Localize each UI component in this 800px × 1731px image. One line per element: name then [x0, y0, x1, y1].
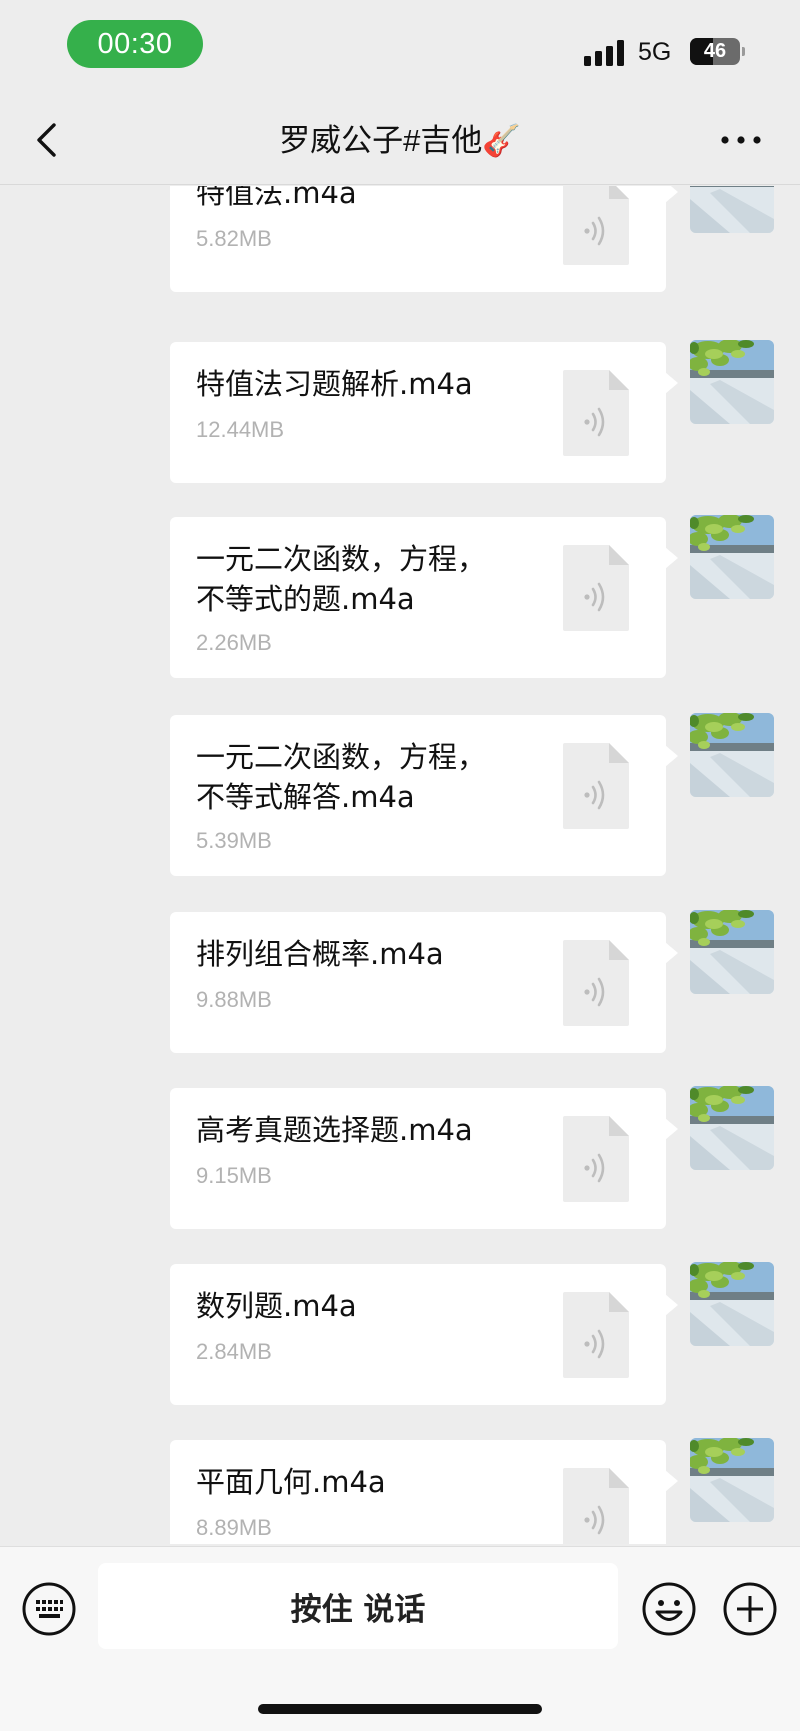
signal-icon [584, 40, 626, 66]
avatar[interactable] [690, 713, 774, 797]
file-bubble[interactable]: 高考真题选择题.m4a 9.15MB [170, 1088, 678, 1229]
file-bubble[interactable]: 特值法.m4a 5.82MB [170, 186, 678, 292]
plus-icon[interactable] [722, 1581, 778, 1637]
file-name: 特值法习题解析.m4a [196, 367, 473, 401]
avatar[interactable] [690, 340, 774, 424]
chat-header: 罗威公子#吉他🎸 [0, 95, 800, 185]
file-bubble[interactable]: 一元二次函数，方程，不等式的题.m4a 2.26MB [170, 517, 678, 678]
audio-file-icon [561, 741, 631, 831]
audio-file-icon [561, 368, 631, 458]
file-bubble[interactable]: 数列题.m4a 2.84MB [170, 1264, 678, 1405]
chat-title: 罗威公子#吉他🎸 [279, 123, 521, 158]
file-name: 平面几何.m4a [196, 1465, 386, 1499]
more-icon[interactable] [718, 129, 764, 151]
audio-file-icon [561, 1114, 631, 1204]
network-type: 5G [638, 38, 672, 66]
file-name: 高考真题选择题.m4a [196, 1113, 473, 1147]
avatar[interactable] [690, 1086, 774, 1170]
file-name: 特值法.m4a [196, 186, 357, 210]
hold-to-talk-button[interactable]: 按住 说话 [98, 1563, 618, 1649]
file-name: 一元二次函数，方程，不等式的题.m4a [196, 542, 487, 616]
file-size: 5.82MB [196, 226, 272, 251]
avatar[interactable] [690, 186, 774, 233]
back-icon[interactable] [28, 117, 68, 163]
audio-file-icon [561, 543, 631, 633]
avatar[interactable] [690, 910, 774, 994]
file-size: 9.88MB [196, 987, 272, 1012]
file-bubble[interactable]: 排列组合概率.m4a 9.88MB [170, 912, 678, 1053]
file-bubble[interactable]: 特值法习题解析.m4a 12.44MB [170, 342, 678, 483]
battery-icon: 46 [690, 38, 740, 65]
status-bar: 00:30 5G 46 [0, 0, 800, 95]
file-size: 8.89MB [196, 1515, 272, 1540]
file-bubble[interactable]: 平面几何.m4a 8.89MB [170, 1440, 678, 1544]
emoji-icon[interactable] [641, 1581, 697, 1637]
file-size: 5.39MB [196, 828, 272, 853]
input-bar: 按住 说话 [0, 1546, 800, 1731]
file-bubble[interactable]: 一元二次函数，方程，不等式解答.m4a 5.39MB [170, 715, 678, 876]
file-name: 数列题.m4a [196, 1289, 357, 1323]
message-list[interactable]: 特值法.m4a 5.82MB 特值法习题解析.m4a 12.44MB 一元二次函… [0, 186, 800, 1544]
keyboard-icon[interactable] [21, 1581, 77, 1637]
avatar[interactable] [690, 1438, 774, 1522]
status-time[interactable]: 00:30 [67, 20, 203, 68]
audio-file-icon [561, 1466, 631, 1544]
file-size: 12.44MB [196, 417, 285, 442]
file-size: 2.84MB [196, 1339, 272, 1364]
file-name: 一元二次函数，方程，不等式解答.m4a [196, 740, 487, 814]
audio-file-icon [561, 186, 631, 267]
audio-file-icon [561, 1290, 631, 1380]
battery-level: 46 [703, 40, 727, 62]
battery-cap [742, 47, 745, 56]
avatar[interactable] [690, 1262, 774, 1346]
home-indicator[interactable] [258, 1704, 542, 1714]
file-size: 2.26MB [196, 630, 272, 655]
file-size: 9.15MB [196, 1163, 272, 1188]
file-name: 排列组合概率.m4a [196, 937, 444, 971]
avatar[interactable] [690, 515, 774, 599]
audio-file-icon [561, 938, 631, 1028]
